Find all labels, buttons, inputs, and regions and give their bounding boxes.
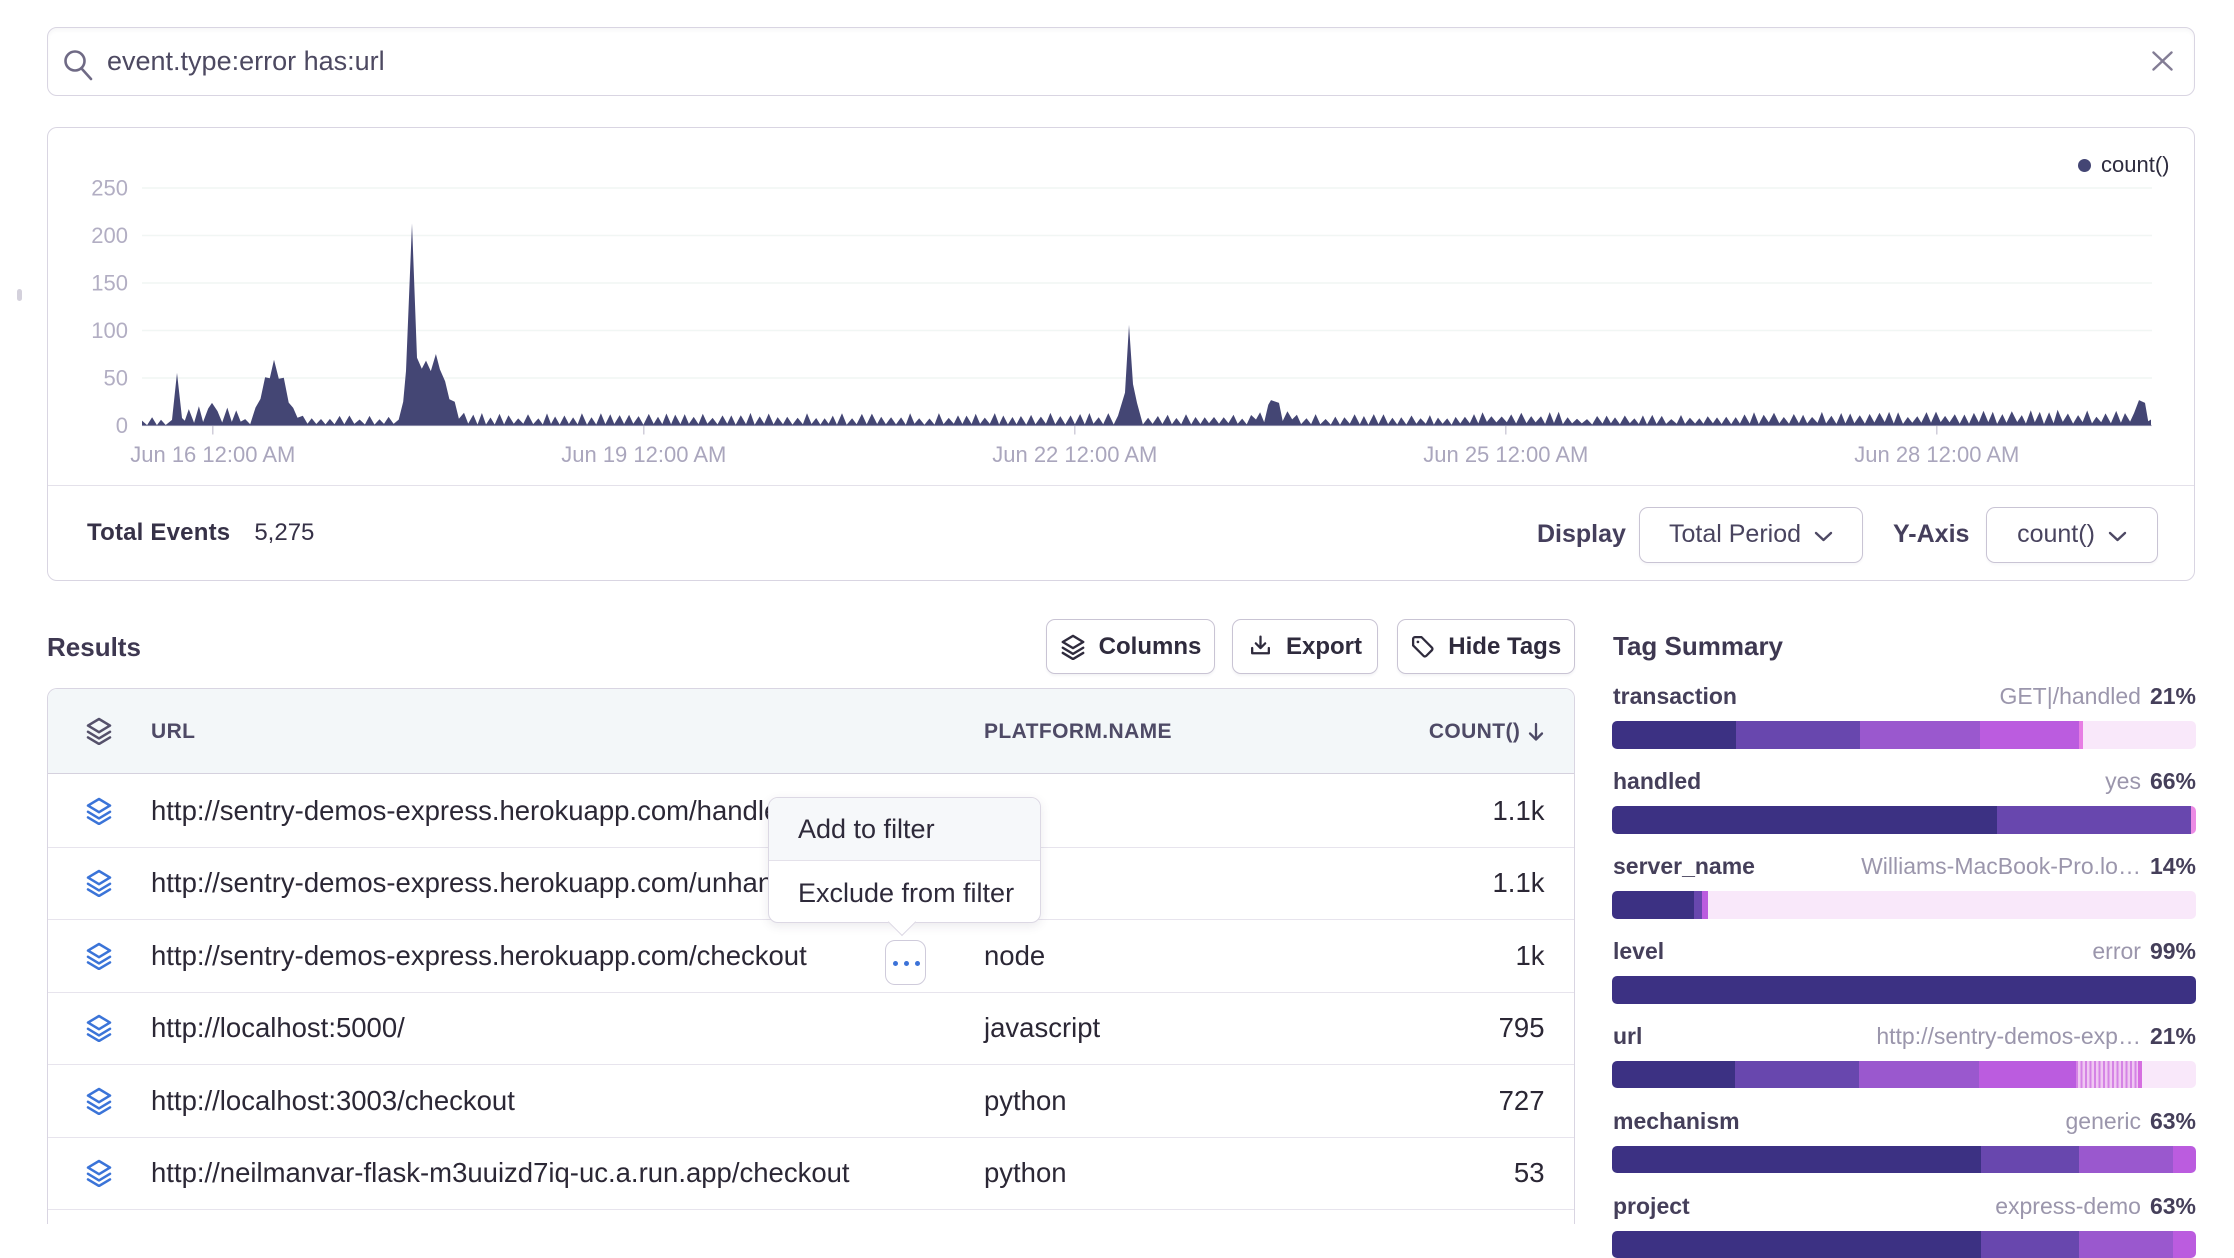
svg-text:Jun 19 12:00 AM: Jun 19 12:00 AM xyxy=(561,442,726,467)
svg-text:50: 50 xyxy=(104,366,128,391)
svg-text:0: 0 xyxy=(116,413,128,438)
svg-text:Jun 25 12:00 AM: Jun 25 12:00 AM xyxy=(1423,442,1588,467)
svg-text:Jun 16 12:00 AM: Jun 16 12:00 AM xyxy=(130,442,295,467)
svg-text:Jun 22 12:00 AM: Jun 22 12:00 AM xyxy=(992,442,1157,467)
svg-text:100: 100 xyxy=(91,318,128,343)
svg-text:150: 150 xyxy=(91,271,128,296)
svg-text:200: 200 xyxy=(91,223,128,248)
svg-text:250: 250 xyxy=(91,176,128,201)
svg-text:Jun 28 12:00 AM: Jun 28 12:00 AM xyxy=(1854,442,2019,467)
